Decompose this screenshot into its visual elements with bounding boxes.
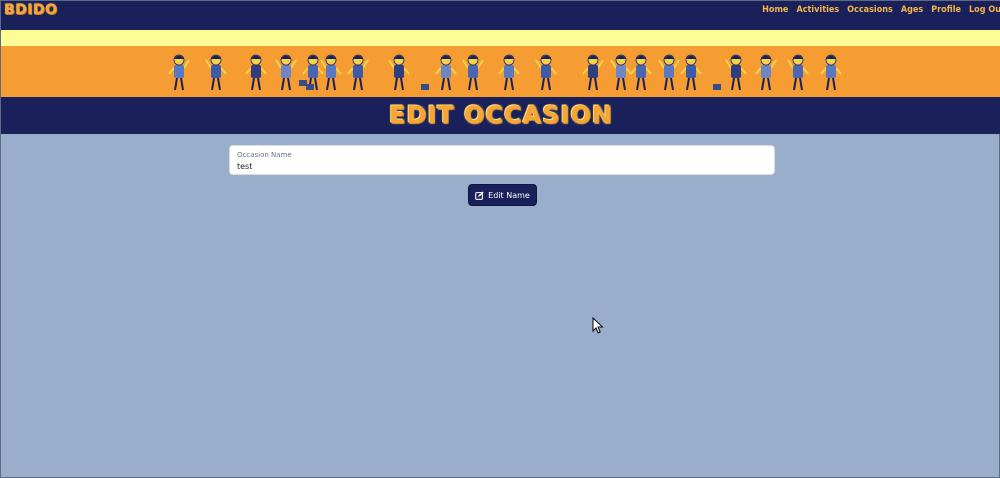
toy-block (713, 84, 721, 90)
edit-name-label: Edit Name (488, 190, 530, 200)
mouse-cursor-icon (592, 316, 604, 338)
kid-figure (498, 54, 520, 91)
kid-figure (320, 54, 342, 91)
kid-figure (787, 54, 809, 91)
kid-figure (755, 54, 777, 91)
kids-illustration (168, 54, 842, 91)
edit-name-button[interactable]: Edit Name (468, 184, 537, 206)
kid-figure (725, 54, 747, 91)
toy-block (421, 84, 429, 90)
kid-figure (462, 54, 484, 91)
nav-link-ages[interactable]: Ages (901, 5, 923, 15)
kid-figure (582, 54, 604, 91)
kid-figure (680, 54, 702, 91)
kid-figure (610, 54, 632, 91)
nav-link-home[interactable]: Home (762, 5, 788, 15)
brand-logo[interactable]: BDIDO (4, 2, 58, 18)
kid-figure (435, 54, 457, 91)
top-navbar: BDIDO Home Activities Occasions Ages Pro… (1, 1, 1000, 30)
toy-block (299, 80, 307, 86)
nav-link-profile[interactable]: Profile (931, 5, 961, 15)
kids-banner (1, 46, 1000, 97)
occasion-name-field[interactable]: Occasion Name (229, 145, 775, 175)
yellow-stripe (1, 30, 1000, 46)
kid-figure (205, 54, 227, 91)
kid-figure (347, 54, 369, 91)
occasion-name-input[interactable] (235, 160, 769, 172)
heading-bar: EDIT OCCASION (1, 97, 1000, 134)
nav-link-activities[interactable]: Activities (796, 5, 839, 15)
edit-icon (475, 191, 484, 200)
kid-figure (658, 54, 680, 91)
kid-figure (535, 54, 557, 91)
nav-links: Home Activities Occasions Ages Profile L… (762, 5, 1000, 15)
kid-figure (388, 54, 410, 91)
kid-figure (820, 54, 842, 91)
kid-figure (630, 54, 652, 91)
kid-figure (168, 54, 190, 91)
kid-figure (275, 54, 297, 91)
nav-link-logout[interactable]: Log Ou (969, 5, 1000, 15)
kid-figure (245, 54, 267, 91)
nav-link-occasions[interactable]: Occasions (847, 5, 893, 15)
page-title: EDIT OCCASION (389, 101, 613, 129)
occasion-name-label: Occasion Name (237, 151, 292, 159)
toy-block (306, 84, 314, 90)
